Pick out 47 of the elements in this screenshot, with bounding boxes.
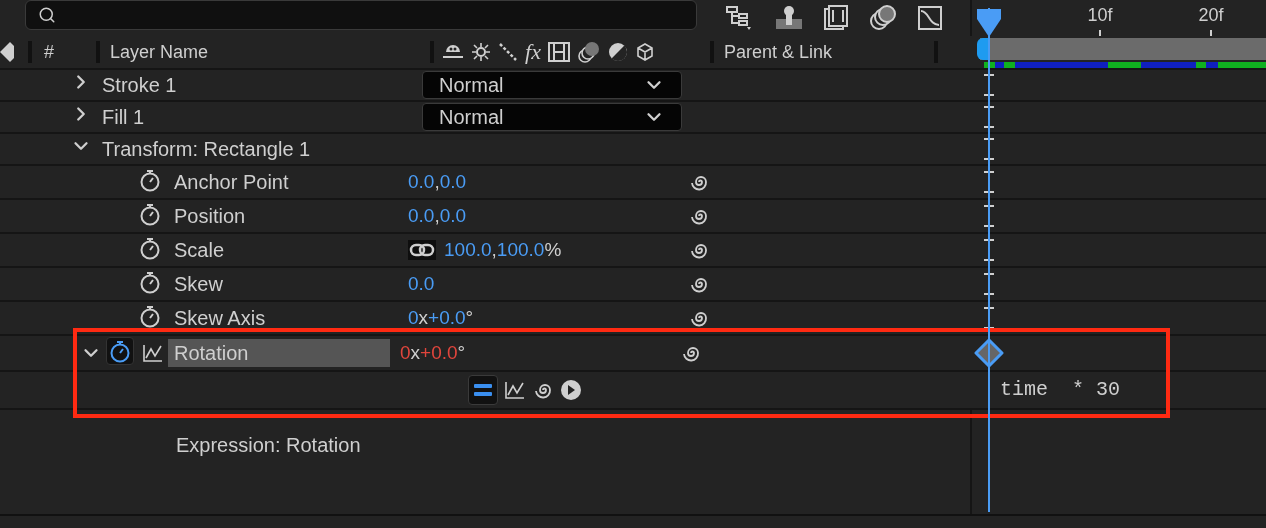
ruler-label: 20f xyxy=(1198,4,1224,27)
work-area-handle[interactable] xyxy=(977,38,989,60)
column-header[interactable]: Parent & Link xyxy=(723,38,934,66)
column-header[interactable]: # xyxy=(44,38,54,66)
stopwatch-icon[interactable] xyxy=(106,336,134,365)
cube-icon[interactable] xyxy=(634,42,655,62)
property-name[interactable]: Anchor Point xyxy=(168,168,398,196)
property-value[interactable]: 0.0,0.0 xyxy=(408,201,467,231)
group-name[interactable]: Fill 1 xyxy=(102,102,422,132)
property-value[interactable]: 0x+0.0° xyxy=(400,338,466,368)
curve-graph-icon[interactable] xyxy=(917,5,943,31)
film-icon[interactable] xyxy=(823,5,849,31)
property-value[interactable]: 100.0,100.0% xyxy=(444,235,562,265)
keyframe-diamond-icon[interactable] xyxy=(974,338,1004,368)
property-name[interactable]: Position xyxy=(168,202,398,230)
expression-label: Expression: Rotation xyxy=(176,434,361,456)
layers-icon[interactable] xyxy=(576,41,601,63)
property-name[interactable]: Skew Axis xyxy=(168,304,398,332)
group-name[interactable]: Transform: Rectangle 1 xyxy=(102,134,422,164)
expression-toggle[interactable] xyxy=(468,375,498,405)
property-value[interactable]: 0.0,0.0 xyxy=(408,167,467,197)
group-name[interactable]: Stroke 1 xyxy=(102,70,422,100)
keyframe-column-icon xyxy=(0,42,14,62)
search-field[interactable] xyxy=(25,0,697,30)
effects-column-label: fx xyxy=(525,41,541,63)
link-icon[interactable] xyxy=(408,240,436,260)
equals-icon xyxy=(474,383,492,397)
graph-icon[interactable] xyxy=(142,343,164,363)
graph-icon[interactable] xyxy=(504,380,526,400)
search-icon xyxy=(38,6,56,24)
blend-mode-dropdown[interactable]: Normal xyxy=(422,71,682,99)
play-icon[interactable] xyxy=(560,379,582,401)
property-name[interactable]: Skew xyxy=(168,270,398,298)
sun-icon[interactable] xyxy=(471,42,491,62)
film-icon[interactable] xyxy=(547,42,570,62)
ruler-label: 10f xyxy=(1087,4,1113,27)
half-circle-icon[interactable] xyxy=(607,42,628,62)
property-value[interactable]: 0x+0.0° xyxy=(408,303,474,333)
playhead-handle-icon[interactable] xyxy=(976,8,1002,38)
expression-text[interactable]: time * 30 xyxy=(1000,375,1121,405)
column-header[interactable]: Layer Name xyxy=(110,38,430,66)
quality-icon[interactable] xyxy=(498,42,518,62)
layers-icon[interactable] xyxy=(869,5,897,31)
property-value[interactable]: 0.0 xyxy=(408,269,435,299)
property-name[interactable]: Rotation xyxy=(168,339,390,367)
blend-mode-dropdown[interactable]: Normal xyxy=(422,103,682,131)
property-name[interactable]: Scale xyxy=(168,236,398,264)
